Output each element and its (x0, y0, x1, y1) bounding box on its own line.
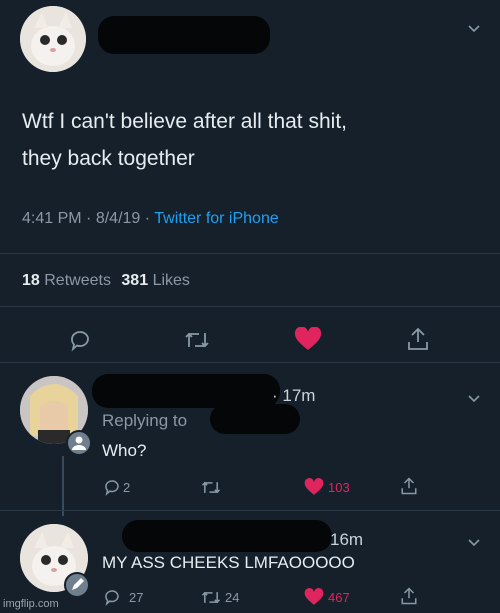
divider (0, 362, 500, 363)
share-icon[interactable] (406, 326, 430, 352)
reply2-reply-count: 27 (129, 590, 144, 605)
redacted-username (92, 374, 280, 408)
likes-stat[interactable]: 381 Likes (121, 272, 190, 289)
tweet-stats: 18 Retweets 381 Likes (22, 272, 190, 290)
main-avatar[interactable] (20, 6, 86, 72)
divider (0, 306, 500, 307)
reply-icon[interactable] (103, 478, 121, 496)
tweet-text-line-2: they back together (22, 147, 195, 170)
reply1-like-count: 103 (328, 480, 350, 495)
meta-separator: · (144, 210, 151, 227)
meta-separator: · (86, 210, 92, 227)
replying-to-label: Replying to (102, 411, 188, 430)
retweet-icon[interactable] (200, 589, 222, 606)
redacted-username (122, 520, 332, 552)
reply2-like-count: 467 (328, 590, 350, 605)
tweet-time: 4:41 PM (22, 210, 82, 227)
heart-icon[interactable] (304, 478, 324, 496)
verified-badge-icon (66, 430, 92, 456)
reply-icon[interactable] (103, 588, 121, 606)
tweet-date: 8/4/19 (95, 210, 141, 227)
tweet-meta: 4:41 PM · 8/4/19 · Twitter for iPhone (22, 210, 279, 228)
chevron-down-icon[interactable] (468, 534, 480, 550)
divider (0, 510, 500, 511)
reply1-time: · 17m (272, 386, 316, 405)
likes-count: 381 (121, 272, 149, 289)
share-icon[interactable] (400, 476, 418, 496)
reply2-text: MY ASS CHEEKS LMFAOOOOO (102, 553, 355, 572)
divider (0, 253, 500, 254)
edit-badge-icon (64, 572, 90, 598)
retweets-label: Retweets (44, 272, 111, 289)
redacted-username (98, 16, 270, 54)
heart-icon[interactable] (304, 588, 324, 606)
retweets-count: 18 (22, 272, 40, 289)
reply2-time: 16m (330, 530, 364, 549)
redacted-mention (210, 404, 300, 434)
likes-label: Likes (152, 272, 190, 289)
thread-line (62, 456, 64, 516)
reply1-text: Who? (102, 441, 147, 460)
chevron-down-icon[interactable] (468, 20, 480, 36)
reply1-reply-count: 2 (123, 480, 131, 495)
retweet-icon[interactable] (183, 329, 211, 351)
retweets-stat[interactable]: 18 Retweets (22, 272, 115, 289)
share-icon[interactable] (400, 586, 418, 606)
retweet-icon[interactable] (200, 479, 222, 496)
reply-icon[interactable] (68, 328, 92, 352)
watermark: imgflip.com (3, 598, 59, 610)
tweet-client-link[interactable]: Twitter for iPhone (154, 210, 279, 227)
tweet-text-line-1: Wtf I can't believe after all that shit, (22, 110, 347, 133)
reply2-retweet-count: 24 (225, 590, 240, 605)
chevron-down-icon[interactable] (468, 390, 480, 406)
heart-icon[interactable] (294, 327, 322, 351)
